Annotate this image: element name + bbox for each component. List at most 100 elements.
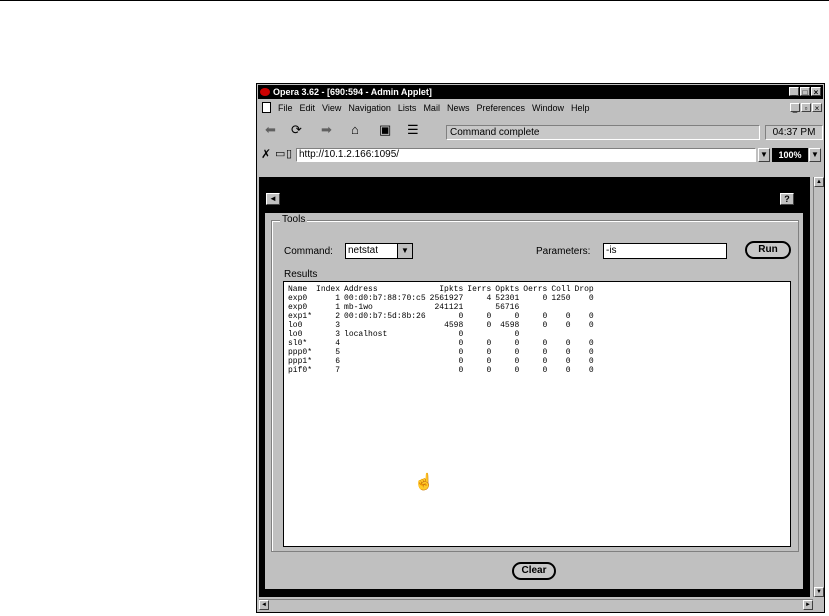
maximize-button[interactable]: □ xyxy=(800,87,810,97)
table-cell: 241121 xyxy=(434,303,464,312)
minimize-button[interactable]: _ xyxy=(789,87,799,97)
table-cell: 0 xyxy=(486,366,492,375)
table-cell: 0 xyxy=(588,357,594,366)
table-cell: localhost xyxy=(344,330,388,339)
column-header: Oerrs xyxy=(523,285,548,294)
title-bar[interactable]: Opera 3.62 - [690:594 - Admin Applet] _ … xyxy=(258,85,823,99)
table-cell: 00:d0:b7:5d:8b:26 xyxy=(344,312,426,321)
table-cell: 0 xyxy=(514,330,520,339)
table-cell: 0 xyxy=(565,339,571,348)
reload-icon[interactable]: ⟳ xyxy=(291,123,302,137)
table-cell: 6 xyxy=(335,357,341,366)
menu-mail[interactable]: Mail xyxy=(423,101,440,115)
table-row: lo0 3 localhost 0 0 xyxy=(286,330,596,339)
doc-minimize-button[interactable]: _ xyxy=(790,103,800,113)
horizontal-scrollbar[interactable]: ◄ ► xyxy=(259,599,813,611)
table-cell: 00:d0:b7:88:70:c5 xyxy=(344,294,426,303)
table-cell: 0 xyxy=(514,348,520,357)
column-header: Ierrs xyxy=(467,285,492,294)
table-cell: 0 xyxy=(486,312,492,321)
column-header: Name xyxy=(288,285,308,294)
table-cell: 0 xyxy=(565,348,571,357)
table-cell: 0 xyxy=(458,366,464,375)
menu-navigation[interactable]: Navigation xyxy=(348,101,391,115)
table-header-row: Name Index Address Ipkts Ierrs Opkts Oerrs Coll… xyxy=(286,285,596,294)
table-row: sl0* 4 0 0 0 0 0 0 xyxy=(286,339,596,348)
doc-restore-button[interactable]: ▫ xyxy=(801,103,811,113)
table-cell: 0 xyxy=(542,339,548,348)
command-select[interactable]: netstat ▼ xyxy=(345,243,413,259)
table-cell xyxy=(549,330,572,339)
table-cell xyxy=(342,357,428,366)
clear-button[interactable]: Clear xyxy=(512,562,556,580)
results-table: Name Index Address Ipkts Ierrs Opkts Oerrs Coll… xyxy=(286,285,596,375)
table-cell: 0 xyxy=(588,321,594,330)
opera-logo-icon xyxy=(260,88,270,96)
table-cell xyxy=(573,303,596,312)
table-cell xyxy=(342,321,428,330)
table-cell: 0 xyxy=(542,348,548,357)
doc-close-button[interactable]: × xyxy=(812,103,822,113)
scroll-left-icon[interactable]: ◄ xyxy=(259,600,269,610)
scroll-down-icon[interactable]: ▼ xyxy=(814,587,824,597)
table-row: ppp0* 5 0 0 0 0 0 0 xyxy=(286,348,596,357)
url-input[interactable]: http://10.1.2.166:1095/ xyxy=(296,148,756,162)
parameters-label: Parameters: xyxy=(536,246,591,257)
back-arrow-icon[interactable]: ⬅ xyxy=(265,123,276,137)
table-cell xyxy=(549,303,572,312)
status-field: Command complete xyxy=(446,125,760,140)
zoom-level[interactable]: 100% xyxy=(772,148,808,162)
history-list-icon[interactable]: ☰ xyxy=(407,123,419,137)
window-icon[interactable]: ▭ xyxy=(275,147,285,161)
table-cell xyxy=(521,330,549,339)
parameters-input[interactable]: -is xyxy=(603,243,727,259)
table-cell: 0 xyxy=(514,366,520,375)
address-bar: ✗ ▭ ▯ http://10.1.2.166:1095/ ▼ 100% ▼ xyxy=(259,146,822,164)
forward-arrow-icon[interactable]: ➡ xyxy=(321,123,332,137)
menu-edit[interactable]: Edit xyxy=(300,101,316,115)
table-cell xyxy=(465,303,493,312)
menu-news[interactable]: News xyxy=(447,101,470,115)
menu-preferences[interactable]: Preferences xyxy=(476,101,525,115)
menu-file[interactable]: File xyxy=(278,101,293,115)
command-label: Command: xyxy=(284,246,333,257)
close-button[interactable]: × xyxy=(811,87,821,97)
run-button[interactable]: Run xyxy=(745,241,791,259)
command-dropdown-icon[interactable]: ▼ xyxy=(397,244,412,258)
table-cell: 0 xyxy=(458,330,464,339)
url-dropdown-icon[interactable]: ▼ xyxy=(758,148,770,162)
hotlist-icon[interactable]: ▣ xyxy=(379,123,391,137)
table-cell: 0 xyxy=(458,357,464,366)
menu-bar: File Edit View Navigation Lists Mail New… xyxy=(259,101,822,115)
results-textarea[interactable]: Name Index Address Ipkts Ierrs Opkts Oerrs Coll… xyxy=(283,281,791,547)
table-cell: 0 xyxy=(565,357,571,366)
back-triangle-icon[interactable]: ◄ xyxy=(266,193,280,205)
column-header: Ipkts xyxy=(439,285,464,294)
home-icon[interactable]: ⌂ xyxy=(351,123,359,137)
zoom-dropdown-icon[interactable]: ▼ xyxy=(809,148,821,162)
document-icon xyxy=(262,102,271,113)
menu-view[interactable]: View xyxy=(322,101,341,115)
menu-lists[interactable]: Lists xyxy=(398,101,417,115)
stop-x-icon[interactable]: ✗ xyxy=(261,147,271,161)
table-cell: lo0 xyxy=(288,321,303,330)
column-header: Drop xyxy=(574,285,594,294)
table-cell: 3 xyxy=(335,321,341,330)
table-cell: 0 xyxy=(486,357,492,366)
scroll-right-icon[interactable]: ► xyxy=(803,600,813,610)
table-cell: 0 xyxy=(486,321,492,330)
menu-window[interactable]: Window xyxy=(532,101,564,115)
table-cell: pif0* xyxy=(288,366,313,375)
table-cell: 0 xyxy=(458,312,464,321)
menu-help[interactable]: Help xyxy=(571,101,590,115)
window-title: Opera 3.62 - [690:594 - Admin Applet] xyxy=(273,87,432,97)
table-cell: 0 xyxy=(542,357,548,366)
table-cell: 2561927 xyxy=(429,294,464,303)
table-cell: 0 xyxy=(588,339,594,348)
table-cell: 0 xyxy=(542,321,548,330)
scroll-up-icon[interactable]: ▲ xyxy=(814,177,824,187)
table-row: pif0* 7 0 0 0 0 0 0 xyxy=(286,366,596,375)
help-question-icon[interactable]: ? xyxy=(780,193,794,205)
table-cell: 0 xyxy=(565,321,571,330)
vertical-scrollbar[interactable]: ▲ ▼ xyxy=(813,177,824,597)
